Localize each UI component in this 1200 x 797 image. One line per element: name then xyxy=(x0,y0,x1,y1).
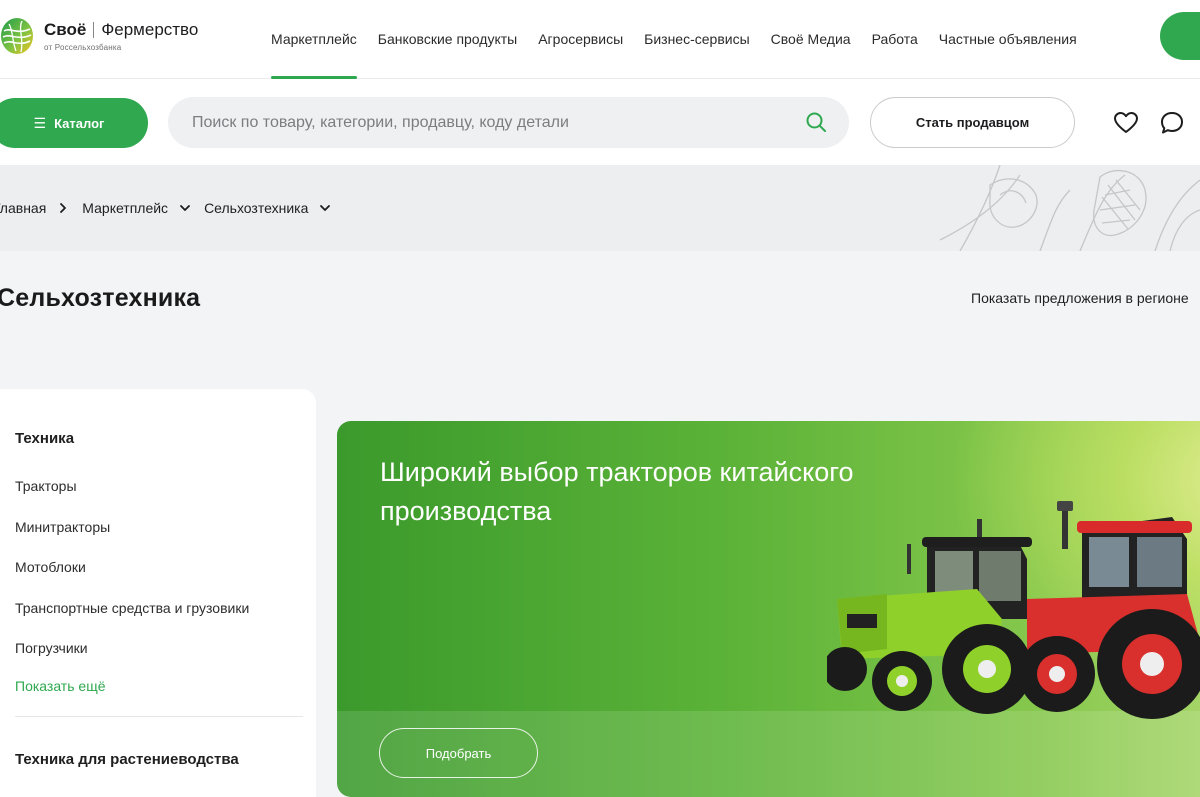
breadcrumb-home[interactable]: Главная xyxy=(0,200,46,216)
chevron-down-icon[interactable] xyxy=(319,202,331,214)
logo-text: Своё Фермерство от Россельхозбанка xyxy=(44,20,198,52)
catalog-button[interactable]: ☰ Каталог xyxy=(0,98,148,148)
main-nav: Маркетплейс Банковские продукты Агросерв… xyxy=(271,0,1098,79)
breadcrumb-band: Главная Маркетплейс Сельхозтехника xyxy=(0,165,1200,251)
chat-icon[interactable] xyxy=(1159,110,1185,136)
logo[interactable]: Своё Фермерство от Россельхозбанка xyxy=(0,14,198,58)
logo-separator xyxy=(93,22,95,38)
show-more-link[interactable]: Показать ещё xyxy=(15,678,106,694)
search-bar xyxy=(168,97,849,148)
brand-subtitle: от Россельхозбанка xyxy=(44,43,122,52)
sidebar-item-vehicles-trucks[interactable]: Транспортные средства и грузовики xyxy=(15,600,249,616)
sidebar-item-tractors[interactable]: Тракторы xyxy=(15,478,77,494)
chevron-right-icon xyxy=(60,203,67,213)
breadcrumb-marketplace[interactable]: Маркетплейс xyxy=(82,200,168,216)
menu-icon: ☰ xyxy=(33,114,47,131)
sidebar-item-minitractors[interactable]: Минитракторы xyxy=(15,519,110,535)
promo-banner[interactable]: Широкий выбор тракторов китайского произ… xyxy=(337,421,1200,797)
tractors-image xyxy=(827,501,1200,719)
search-icon[interactable] xyxy=(805,111,827,133)
show-region-offers-link[interactable]: Показать предложения в регионе xyxy=(971,290,1189,306)
heart-icon[interactable] xyxy=(1113,110,1139,136)
top-navigation-bar: Своё Фермерство от Россельхозбанка Марке… xyxy=(0,0,1200,79)
nav-item-agroservices[interactable]: Агросервисы xyxy=(538,0,623,79)
brand-name: Своё xyxy=(44,20,87,39)
category-sidebar: Техника Тракторы Минитракторы Мотоблоки … xyxy=(0,389,316,797)
nav-item-private-ads[interactable]: Частные объявления xyxy=(939,0,1077,79)
nav-item-bank-products[interactable]: Банковские продукты xyxy=(378,0,517,79)
sidebar-item-motoblocks[interactable]: Мотоблоки xyxy=(15,559,86,575)
nav-item-marketplace[interactable]: Маркетплейс xyxy=(271,0,357,79)
search-toolbar: ☰ Каталог Стать продавцом xyxy=(0,79,1200,165)
login-button[interactable] xyxy=(1160,12,1200,60)
nav-item-business-services[interactable]: Бизнес-сервисы xyxy=(644,0,750,79)
nav-item-jobs[interactable]: Работа xyxy=(872,0,918,79)
sidebar-group-title[interactable]: Техника для растениеводства xyxy=(15,751,239,768)
sidebar-divider xyxy=(15,716,303,717)
chevron-down-icon[interactable] xyxy=(179,202,191,214)
become-seller-button[interactable]: Стать продавцом xyxy=(870,97,1075,148)
choose-button[interactable]: Подобрать xyxy=(379,728,538,778)
logo-icon xyxy=(1,18,33,54)
brand-suffix: Фермерство xyxy=(101,20,199,39)
nav-item-svoe-media[interactable]: Своё Медиа xyxy=(771,0,851,79)
page-title: Сельхозтехника xyxy=(0,284,201,312)
breadcrumb-agri-machinery[interactable]: Сельхозтехника xyxy=(204,200,308,216)
catalog-button-label: Каталог xyxy=(54,115,105,131)
sidebar-group-title[interactable]: Техника xyxy=(15,430,74,447)
breadcrumb: Главная Маркетплейс Сельхозтехника xyxy=(0,200,344,216)
search-input[interactable] xyxy=(192,113,772,132)
sidebar-item-loaders[interactable]: Погрузчики xyxy=(15,640,88,656)
decorative-plants-illustration xyxy=(939,165,1200,251)
